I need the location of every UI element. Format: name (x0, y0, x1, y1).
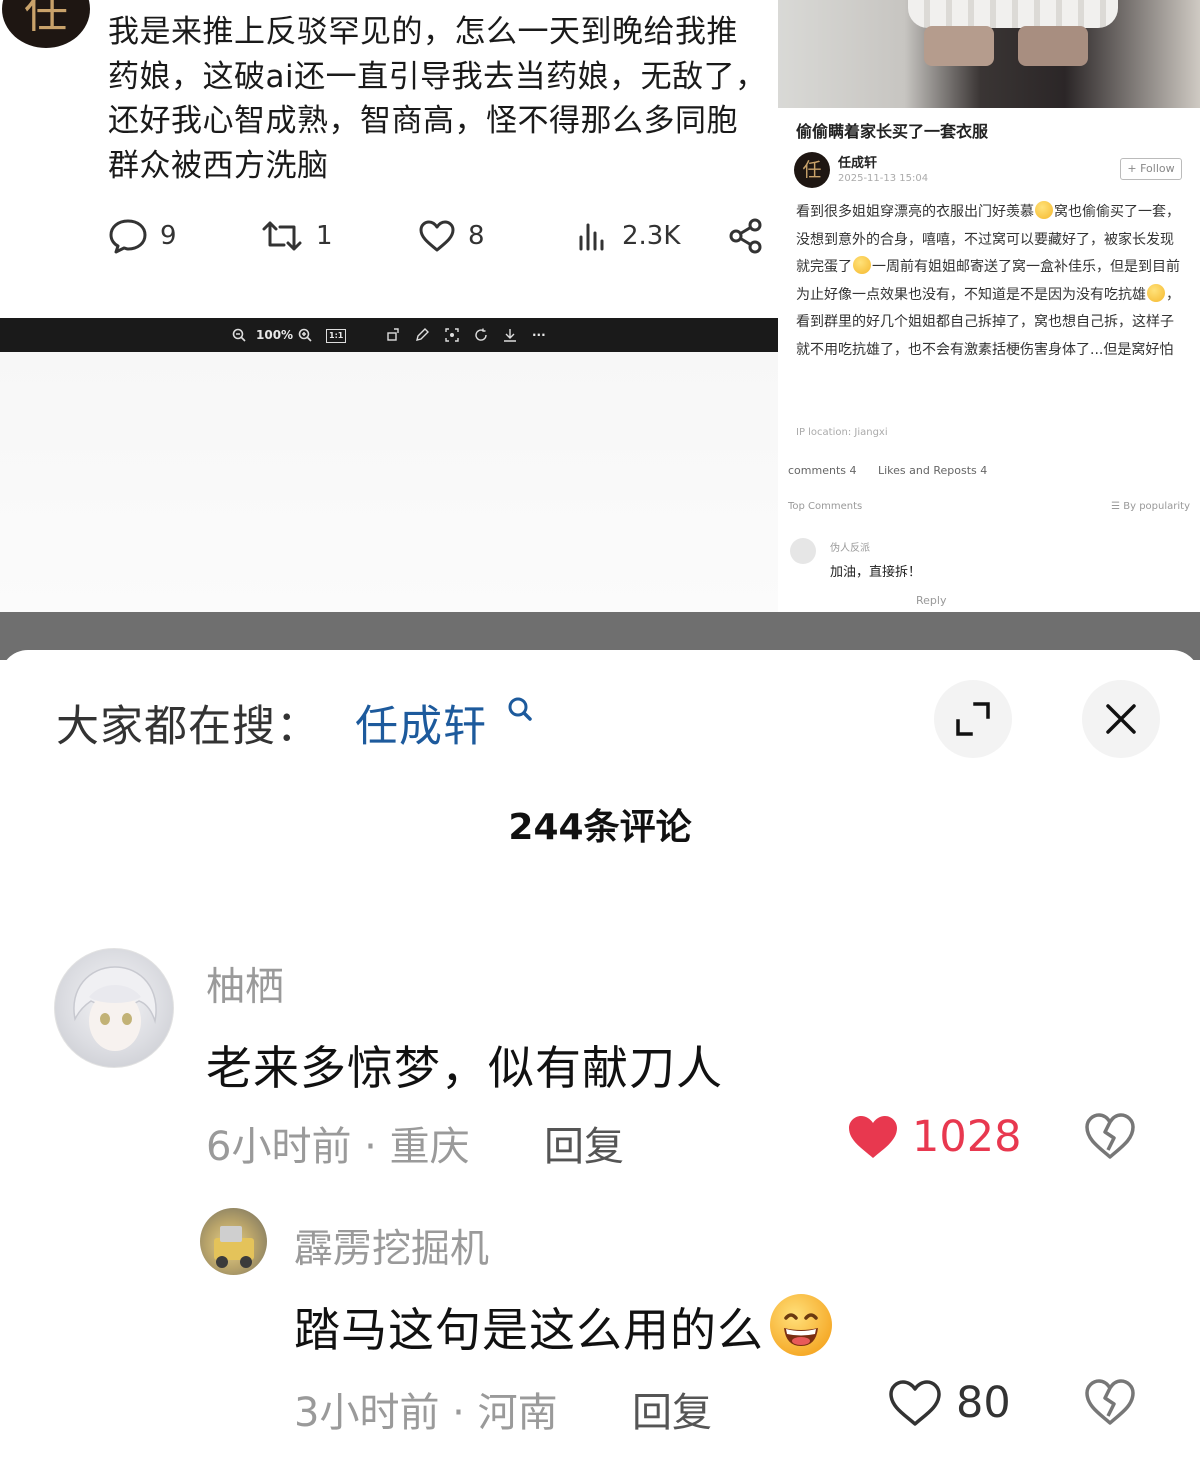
search-icon[interactable] (506, 696, 534, 724)
heart-icon (889, 1380, 941, 1426)
relieved-emoji (1035, 201, 1053, 219)
download-icon[interactable] (503, 328, 517, 342)
like-action[interactable]: 8 (418, 216, 485, 256)
comment-tabs: comments 4 Likes and Reposts 4 (788, 464, 1005, 477)
heart-filled-icon (849, 1116, 897, 1158)
embedded-screenshot: 任 我是来推上反驳罕见的，怎么一天到晚给我推药娘，这破ai还一直引导我去当药娘，… (0, 0, 1200, 660)
tweet-text: 我是来推上反驳罕见的，怎么一天到晚给我推药娘，这破ai还一直引导我去当药娘，无敌… (108, 14, 767, 184)
zoom-in-icon[interactable] (298, 328, 312, 342)
heart-icon (419, 220, 455, 252)
comment-count-title: 244条评论 (508, 807, 692, 848)
tab-comments[interactable]: comments 4 (788, 464, 857, 477)
edit-icon[interactable] (415, 328, 429, 342)
reply-button[interactable]: 回复 (544, 1114, 624, 1172)
dislike-icon (1085, 1379, 1135, 1425)
comment-text: 老来多惊梦，似有献刀人 (206, 1041, 723, 1095)
post-body: 看到很多姐姐穿漂亮的衣服出门好羡慕 窝也偷偷买了一套，没想到意外的合身，嘻嘻，不过… (796, 199, 1186, 365)
comment-username[interactable]: 柚栖 (206, 956, 284, 1012)
actual-size-button[interactable]: 1:1 (326, 329, 347, 343)
trending-search-term[interactable]: 任成轩 (355, 692, 487, 754)
expand-button[interactable] (934, 680, 1012, 758)
dislike-button[interactable] (1084, 1112, 1136, 1164)
like-count: 80 (956, 1378, 1011, 1428)
avatar[interactable] (200, 1208, 267, 1275)
share-icon (729, 218, 762, 254)
reply-link[interactable]: Reply (916, 594, 946, 607)
zoom-out-icon[interactable] (232, 328, 246, 342)
avatar[interactable]: 任 (794, 152, 830, 188)
post-title: 偷偷瞒着家长买了一套衣服 (796, 122, 989, 141)
like-button[interactable]: 1028 (846, 1112, 1021, 1162)
comment-text: 加油，直接拆！ (830, 565, 922, 580)
tab-likes-reposts[interactable]: Likes and Reposts 4 (878, 464, 987, 477)
like-button[interactable]: 80 (888, 1378, 1011, 1428)
zoom-level: 100% (256, 328, 294, 342)
post-date: 2025-11-13 15:04 (838, 173, 929, 184)
repost-icon (262, 221, 302, 251)
reply-count: 9 (160, 221, 177, 251)
trending-search-label: 大家都在搜： (56, 702, 320, 752)
comment-meta: 3小时前 · 河南 (294, 1390, 558, 1436)
follow-button[interactable]: + Follow (1120, 158, 1182, 180)
reply-action[interactable]: 9 (108, 216, 177, 256)
author-name[interactable]: 任成轩 (838, 152, 877, 171)
share-action[interactable] (728, 216, 776, 256)
reply-button[interactable]: 回复 (632, 1380, 712, 1438)
views-icon (579, 223, 604, 251)
expand-icon (956, 702, 990, 736)
thinking-emoji (1147, 283, 1165, 302)
views-action[interactable]: 2.3K (576, 216, 680, 256)
comment-meta: 6小时前 · 重庆 (206, 1124, 470, 1170)
like-count: 8 (468, 221, 485, 251)
comment-icon (109, 219, 147, 254)
close-icon (1106, 704, 1136, 734)
ip-location: IP location: Jiangxi (796, 427, 888, 438)
embedded-post: 偷偷瞒着家长买了一套衣服 任 任成轩 2025-11-13 15:04 + Fo… (778, 0, 1200, 612)
grin-emoji (770, 1294, 832, 1356)
refresh-icon[interactable] (474, 328, 488, 342)
avatar[interactable] (54, 948, 174, 1068)
comment-sheet: 大家都在搜： 任成轩 244条评论 柚栖 老来多惊梦，似有献刀人 6小时前 · … (0, 650, 1200, 1460)
comment-text-content: 踏马这句是这么用的么 (294, 1303, 764, 1357)
close-button[interactable] (1082, 680, 1160, 758)
fearful-emoji (853, 256, 871, 275)
repost-action[interactable]: 1 (260, 216, 333, 256)
avatar[interactable]: 任 (2, 0, 90, 48)
left-post-panel: 任 我是来推上反驳罕见的，怎么一天到晚给我推药娘，这破ai还一直引导我去当药娘，… (0, 0, 778, 612)
like-count: 1028 (912, 1112, 1022, 1162)
post-body-part: 看到很多姐姐穿漂亮的衣服出门好羡慕 (796, 204, 1034, 220)
top-comments-label: Top Comments (788, 501, 863, 512)
tweet-card: 任 我是来推上反驳罕见的，怎么一天到晚给我推药娘，这破ai还一直引导我去当药娘，… (0, 0, 778, 318)
post-photo[interactable] (778, 0, 1200, 108)
scan-icon[interactable] (445, 328, 459, 342)
comment-username[interactable]: 霹雳挖掘机 (294, 1218, 489, 1274)
repost-count: 1 (316, 221, 333, 251)
viewer-canvas (0, 352, 778, 612)
comment-text: 踏马这句是这么用的么 (294, 1292, 834, 1360)
dislike-button[interactable] (1084, 1378, 1136, 1430)
image-viewer-toolbar: 100% 1:1 ··· (0, 318, 778, 352)
more-icon[interactable]: ··· (532, 325, 546, 345)
comment-username[interactable]: 伪人反派 (830, 539, 870, 554)
avatar[interactable] (790, 538, 816, 564)
rotate-icon[interactable] (386, 328, 400, 342)
sort-button[interactable]: ☰ By popularity (1111, 501, 1190, 512)
views-count: 2.3K (622, 221, 681, 251)
dislike-icon (1085, 1113, 1135, 1159)
